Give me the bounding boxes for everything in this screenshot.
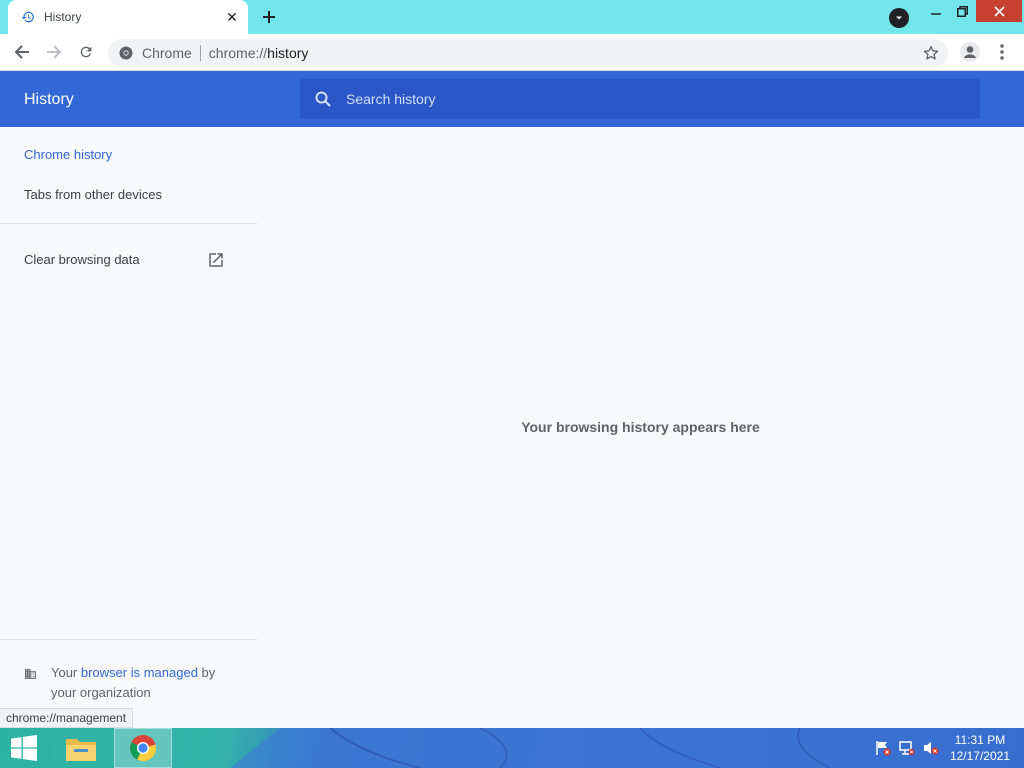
- menu-dots-icon[interactable]: [990, 40, 1014, 64]
- bookmark-star-icon[interactable]: [922, 44, 940, 62]
- system-clock[interactable]: 11:31 PM 12/17/2021: [950, 732, 1010, 764]
- sidebar-item-chrome-history[interactable]: Chrome history: [24, 147, 112, 162]
- search-box[interactable]: [300, 79, 980, 119]
- file-explorer-icon: [66, 739, 96, 761]
- action-center-flag-icon[interactable]: [874, 740, 892, 756]
- browser-toolbar: Chrome chrome://history: [0, 34, 1024, 71]
- page-title: History: [24, 91, 74, 108]
- managed-notice: Your browser is managed by your organiza…: [24, 663, 244, 703]
- tab-search-button[interactable]: [889, 8, 909, 28]
- reload-button[interactable]: [74, 40, 98, 64]
- empty-history-message: Your browsing history appears here: [521, 419, 760, 435]
- sidebar-item-tabs-from-other-devices[interactable]: Tabs from other devices: [24, 187, 162, 202]
- clock-date: 12/17/2021: [949, 749, 1010, 763]
- new-tab-button[interactable]: [258, 6, 280, 28]
- browser-managed-link[interactable]: browser is managed: [81, 665, 198, 680]
- sidebar-item-clear-browsing-data[interactable]: Clear browsing data: [24, 252, 140, 267]
- search-icon: [314, 90, 332, 108]
- close-window-button[interactable]: [976, 0, 1022, 22]
- close-tab-icon[interactable]: ✕: [224, 9, 240, 25]
- start-button[interactable]: [0, 728, 48, 768]
- volume-muted-icon[interactable]: [922, 740, 940, 756]
- profile-avatar-icon[interactable]: [958, 40, 982, 64]
- tab-title: History: [44, 10, 82, 24]
- tab-history[interactable]: History ✕: [8, 0, 248, 34]
- back-button[interactable]: [10, 40, 34, 64]
- address-bar[interactable]: Chrome chrome://history: [108, 39, 948, 67]
- open-in-new-icon[interactable]: [206, 250, 226, 270]
- network-icon[interactable]: [898, 740, 916, 756]
- url-text: chrome://history: [208, 45, 309, 61]
- sidebar: Chrome history Tabs from other devices C…: [0, 127, 257, 728]
- history-header: History: [0, 71, 1024, 127]
- chrome-site-icon: [118, 45, 134, 61]
- tab-strip: History ✕: [0, 0, 1024, 34]
- site-chip: Chrome: [142, 45, 201, 61]
- search-input[interactable]: [346, 91, 946, 107]
- taskbar-file-explorer[interactable]: [52, 728, 110, 768]
- history-icon: [20, 9, 36, 25]
- windows-logo-icon: [11, 735, 37, 761]
- minimize-button[interactable]: [922, 0, 950, 22]
- forward-button[interactable]: [42, 40, 66, 64]
- clock-time: 11:31 PM: [954, 733, 1006, 747]
- status-bubble: chrome://management: [0, 708, 134, 728]
- restore-button[interactable]: [950, 0, 974, 22]
- chrome-icon: [130, 735, 156, 762]
- business-building-icon: [25, 669, 36, 679]
- taskbar: 11:31 PM 12/17/2021: [0, 728, 1024, 768]
- taskbar-chrome[interactable]: [114, 728, 172, 768]
- sidebar-divider: [0, 639, 257, 640]
- sidebar-divider: [0, 223, 257, 224]
